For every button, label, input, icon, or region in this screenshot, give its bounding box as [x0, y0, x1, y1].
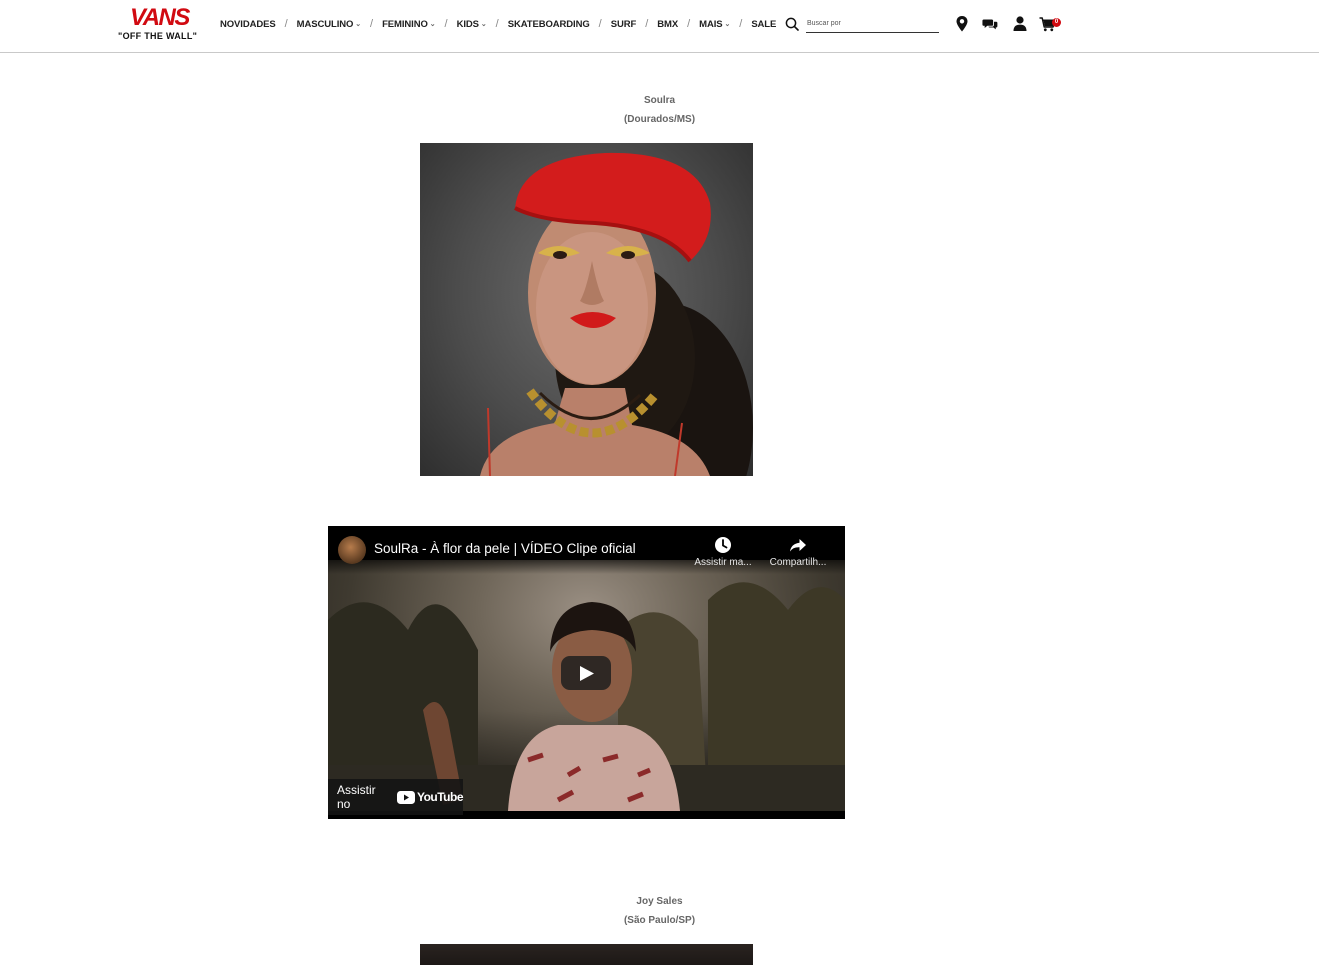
- nav-separator: /: [284, 18, 288, 30]
- nav-separator: /: [495, 18, 499, 30]
- nav-item-mais[interactable]: MAIS ⌄: [699, 19, 730, 30]
- nav-item-feminino[interactable]: FEMININO ⌄: [382, 18, 436, 30]
- youtube-play-icon: [396, 790, 415, 804]
- logo-brand: VANS: [130, 4, 190, 31]
- watch-on-youtube-button[interactable]: Assistir no YouTube: [328, 779, 464, 815]
- main-nav: NOVIDADES / MASCULINO ⌄ / FEMININO ⌄ / KID…: [220, 17, 776, 31]
- chat-icon[interactable]: [982, 15, 998, 33]
- nav-item-bmx[interactable]: BMX: [657, 19, 678, 30]
- nav-label: SALE: [751, 18, 777, 30]
- share-button[interactable]: Compartilh...: [763, 536, 833, 568]
- watch-on-label: Assistir no: [337, 783, 376, 811]
- nav-label: MAIS: [699, 18, 723, 30]
- artist-name: Soulra: [643, 95, 676, 106]
- nav-label: FEMININO: [382, 18, 428, 30]
- logo-tagline: "OFF THE WALL": [118, 31, 198, 41]
- chevron-down-icon: ⌄: [724, 21, 731, 28]
- chevron-down-icon: ⌄: [429, 21, 436, 28]
- nav-item-kids[interactable]: KIDS ⌄: [457, 19, 487, 30]
- nav-item-surf[interactable]: SURF: [610, 18, 637, 30]
- nav-label: BMX: [657, 18, 679, 30]
- nav-separator: /: [370, 18, 374, 30]
- nav-separator: /: [645, 18, 649, 30]
- nav-separator: /: [739, 18, 743, 30]
- artist-photo: [420, 944, 753, 965]
- search-icon[interactable]: [785, 17, 799, 31]
- chevron-down-icon: ⌄: [480, 21, 487, 28]
- nav-item-masculino[interactable]: MASCULINO ⌄: [297, 19, 361, 30]
- share-arrow-icon: [790, 539, 806, 552]
- nav-label: SURF: [610, 18, 637, 30]
- channel-avatar[interactable]: [338, 536, 366, 564]
- youtube-logo: YouTube: [396, 790, 464, 804]
- youtube-embed[interactable]: SoulRa - À flor da pele | VÍDEO Clipe of…: [328, 526, 845, 819]
- artist-photo: [420, 143, 753, 476]
- artist-location: (São Paulo/SP): [623, 915, 696, 926]
- nav-separator: /: [598, 18, 602, 30]
- clock-icon: [715, 537, 731, 553]
- youtube-wordmark: YouTube: [416, 790, 464, 804]
- artist-portrait-image: [480, 152, 753, 476]
- video-topbar: SoulRa - À flor da pele | VÍDEO Clipe of…: [328, 526, 845, 574]
- cart-count-badge: 0: [1052, 18, 1061, 27]
- nav-label: MASCULINO: [296, 18, 354, 30]
- nav-item-sale[interactable]: SALE: [751, 19, 776, 30]
- nav-label: SKATEBOARDING: [507, 18, 590, 30]
- nav-separator: /: [687, 18, 691, 30]
- user-icon[interactable]: [1012, 15, 1028, 33]
- artist-location: (Dourados/MS): [623, 114, 696, 125]
- chevron-down-icon: ⌄: [355, 21, 362, 28]
- watch-later-button[interactable]: Assistir ma...: [688, 536, 758, 568]
- vans-logo[interactable]: VANS "OFF THE WALL": [118, 5, 204, 43]
- share-label: Compartilh...: [769, 557, 827, 568]
- search-input[interactable]: [806, 15, 939, 33]
- nav-item-novidades[interactable]: NOVIDADES: [220, 19, 276, 30]
- play-icon: [580, 666, 594, 681]
- site-header: VANS "OFF THE WALL" NOVIDADES / MASCULIN…: [0, 0, 1319, 53]
- artist-name: Joy Sales: [636, 896, 683, 907]
- nav-label: NOVIDADES: [220, 18, 276, 30]
- nav-separator: /: [444, 18, 448, 30]
- video-title[interactable]: SoulRa - À flor da pele | VÍDEO Clipe of…: [374, 541, 636, 556]
- nav-item-skateboarding[interactable]: SKATEBOARDING: [508, 19, 590, 30]
- play-button[interactable]: [561, 656, 611, 690]
- location-pin-icon[interactable]: [954, 15, 970, 33]
- nav-label: KIDS: [456, 18, 479, 30]
- watch-later-label: Assistir ma...: [694, 557, 752, 568]
